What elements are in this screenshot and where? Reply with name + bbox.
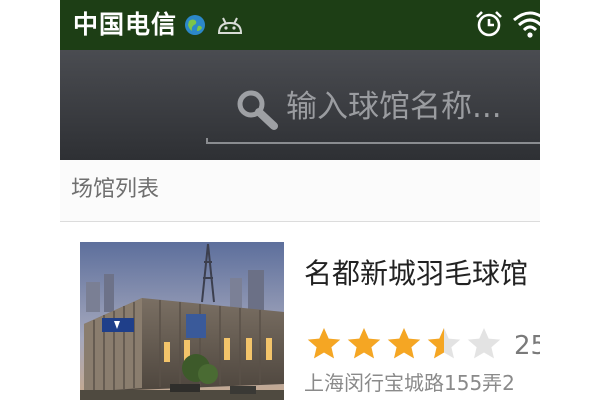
- section-header: 场馆列表: [60, 160, 540, 222]
- venue-count: 25: [514, 331, 540, 361]
- carrier-name: 中国电信: [73, 10, 178, 39]
- list-item[interactable]: 名都新城羽毛球馆 25 上海闵行宝城路155弄2: [60, 222, 540, 400]
- globe-icon: [185, 15, 205, 35]
- search-header: [60, 50, 540, 160]
- wifi-icon: [513, 11, 540, 38]
- star-filled-icon: [347, 328, 381, 359]
- venue-rating: [306, 326, 506, 366]
- alarm-clock-icon: [476, 11, 502, 37]
- app-screen: 中国电信 输入球馆名称... 场馆列表 名都新城羽毛球馆 25 上海闵行宝城路1…: [60, 0, 540, 400]
- venue-address: 上海闵行宝城路155弄2: [304, 371, 515, 395]
- star-filled-icon: [387, 328, 421, 359]
- venue-thumbnail: [80, 242, 284, 400]
- star-filled-icon: [307, 328, 341, 359]
- section-title: 场馆列表: [71, 177, 160, 202]
- venue-name: 名都新城羽毛球馆: [304, 257, 529, 290]
- star-half-icon: [427, 328, 461, 359]
- status-bar: 中国电信: [60, 0, 540, 50]
- search-input[interactable]: [286, 84, 540, 130]
- search-icon: [237, 90, 278, 130]
- search-underline: [206, 138, 540, 144]
- android-icon: [217, 17, 243, 34]
- star-empty-icon: [467, 328, 501, 359]
